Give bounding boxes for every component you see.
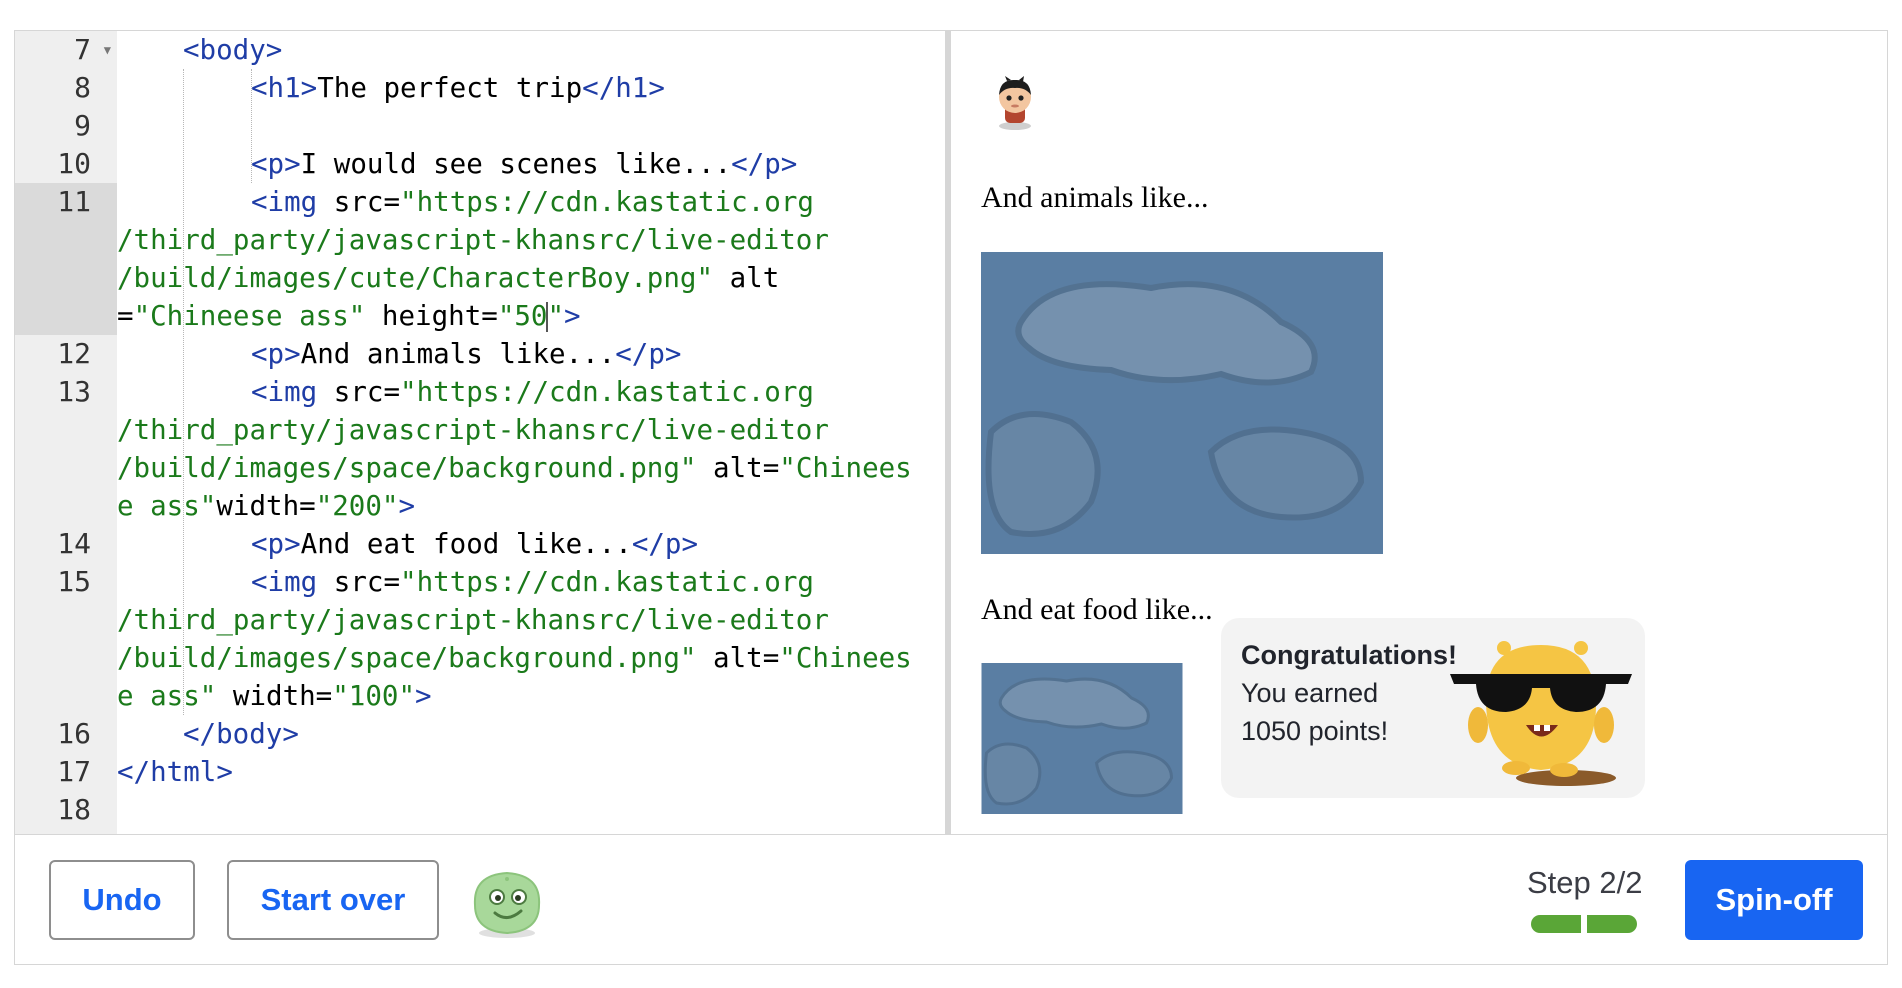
congrats-title: Congratulations! xyxy=(1241,640,1457,670)
code-line: </body> xyxy=(183,718,299,750)
code-line: /build/images/cute/CharacterBoy.png" alt xyxy=(117,262,780,294)
bottom-toolbar: Undo Start over Step 2/2 Spin-off xyxy=(15,834,1887,964)
code-line: <p>I would see scenes like...</p> xyxy=(251,148,798,180)
code-line: <img src="https://cdn.kastatic.org xyxy=(251,376,814,408)
code-area[interactable]: <body> <h1>The perfect trip</h1> <p>I wo… xyxy=(117,31,945,834)
line-number: 10 xyxy=(57,147,91,180)
character-boy-image xyxy=(999,76,1031,130)
line-number: 17 xyxy=(57,755,91,788)
code-line: <p>And eat food like...</p> xyxy=(251,528,699,560)
code-line: /third_party/javascript-khansrc/live-edi… xyxy=(117,224,829,256)
line-number: 12 xyxy=(57,337,91,370)
line-number-active: 11 xyxy=(15,183,117,335)
line-number[interactable]: 7 ▼ xyxy=(15,31,117,69)
spin-off-button[interactable]: Spin-off xyxy=(1685,860,1863,940)
progress-segment xyxy=(1587,915,1637,933)
animals-paragraph: And animals like... xyxy=(981,181,1209,214)
food-paragraph: And eat food like... xyxy=(981,593,1213,626)
start-over-button[interactable]: Start over xyxy=(227,860,439,940)
code-line: /build/images/space/background.png" alt=… xyxy=(117,452,912,484)
output-preview: And animals like... And eat food like...… xyxy=(951,31,1887,834)
code-line: <p>And animals like...</p> xyxy=(251,338,682,370)
line-number: 9 xyxy=(74,109,91,142)
line-gutter: 7 ▼ 8 9 10 11 12 13 14 15 16 17 18 xyxy=(15,31,117,834)
undo-button[interactable]: Undo xyxy=(49,860,195,940)
code-line: <h1>The perfect trip</h1> xyxy=(251,72,665,104)
space-background-image xyxy=(981,252,1383,554)
line-number: 14 xyxy=(57,527,91,560)
line-number: 15 xyxy=(57,565,91,598)
line-number: 16 xyxy=(57,717,91,750)
congratulations-toast: Congratulations! You earned 1050 points! xyxy=(1221,618,1645,798)
congrats-text: You earned xyxy=(1241,678,1379,708)
space-background-image-small xyxy=(981,663,1183,814)
sunglasses-mascot-icon xyxy=(1450,641,1632,786)
code-line: <body> xyxy=(183,34,283,66)
fold-arrow-icon[interactable]: ▼ xyxy=(104,31,111,69)
code-line: <img src="https://cdn.kastatic.org xyxy=(251,186,814,218)
code-line: /build/images/space/background.png" alt=… xyxy=(117,642,912,674)
line-number: 13 xyxy=(57,375,91,408)
code-line: /third_party/javascript-khansrc/live-edi… xyxy=(117,414,829,446)
code-line: e ass" width="100"> xyxy=(117,680,432,712)
points-text: 1050 points! xyxy=(1241,716,1389,746)
code-line: </html> xyxy=(117,756,233,788)
line-number: 8 xyxy=(74,71,91,104)
step-progress-bar xyxy=(1531,915,1641,933)
code-line: <img src="https://cdn.kastatic.org xyxy=(251,566,814,598)
code-line: /third_party/javascript-khansrc/live-edi… xyxy=(117,604,829,636)
challenge-frame: 7 ▼ 8 9 10 11 12 13 14 15 16 17 18 <body>… xyxy=(14,30,1888,965)
code-line: e ass"width="200"> xyxy=(117,490,416,522)
step-indicator: Step 2/2 xyxy=(1527,865,1643,900)
code-editor[interactable]: 7 ▼ 8 9 10 11 12 13 14 15 16 17 18 <body>… xyxy=(15,31,945,834)
code-line: ="Chineese ass" height="50"> xyxy=(117,300,581,332)
progress-segment xyxy=(1531,915,1581,933)
green-blob-avatar-icon xyxy=(473,871,541,938)
line-number: 18 xyxy=(57,793,91,826)
